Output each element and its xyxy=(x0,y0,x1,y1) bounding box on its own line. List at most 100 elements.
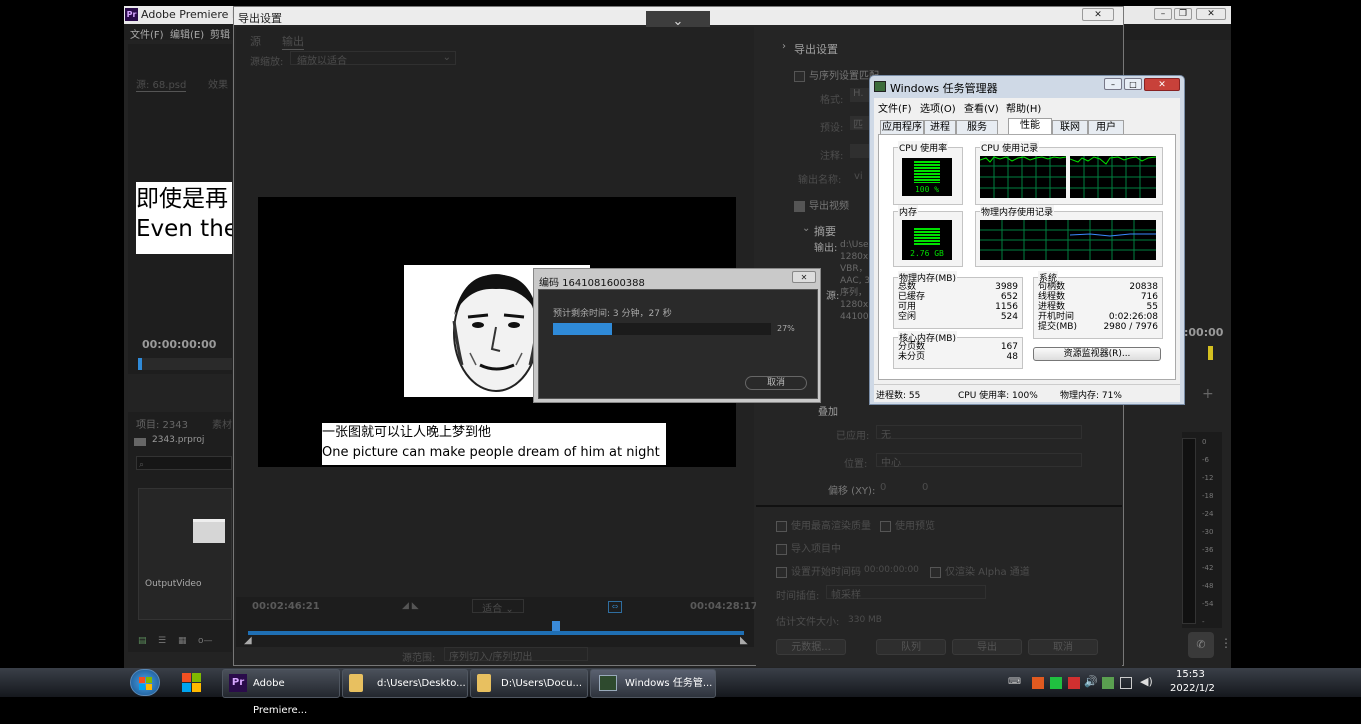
export-playhead[interactable] xyxy=(552,621,560,631)
minimize-button[interactable]: – xyxy=(1154,8,1172,20)
tab-source[interactable]: 源: 68.psd xyxy=(136,76,187,92)
volume-icon[interactable]: 🔊 xyxy=(1084,675,1098,688)
output-folder-tile[interactable]: OutputVideo xyxy=(138,488,232,620)
clock-date[interactable]: 2022/1/2 xyxy=(1170,683,1215,694)
import-into-project-checkbox[interactable]: 导入项目中 xyxy=(776,540,841,555)
offset-y[interactable]: 0 xyxy=(922,482,928,493)
aspect-icon[interactable]: ⇔ xyxy=(608,601,622,613)
meter-tick-label: -42 xyxy=(1202,564,1214,572)
encode-cancel-button[interactable]: 取消 xyxy=(745,376,807,390)
tm-minimize-button[interactable]: – xyxy=(1104,78,1122,90)
queue-button[interactable]: 队列 xyxy=(876,639,946,655)
taskbar-item-premiere[interactable]: Pr Adobe Premiere... xyxy=(222,669,340,716)
export-video-checkbox[interactable]: 导出视频 xyxy=(794,197,849,212)
more-icon[interactable]: ⋮ xyxy=(1220,636,1232,650)
taskbar-item-folder-desktop[interactable]: d:\Users\Deskto... xyxy=(342,669,468,698)
chat-icon[interactable]: ✆ xyxy=(1188,632,1214,658)
output-name-link[interactable]: vi xyxy=(854,171,863,182)
add-icon[interactable]: + xyxy=(1202,386,1214,402)
source-scaling-select[interactable]: 缩放以适合 ⌄ xyxy=(290,51,456,67)
time-interp-value: 帧采样 xyxy=(831,590,861,601)
taskbar-item-folder-documents[interactable]: D:\Users\Docu... xyxy=(470,669,588,698)
stat-value: 48 xyxy=(1006,352,1018,362)
encode-close-button[interactable]: ✕ xyxy=(792,271,816,283)
set-start-timecode-checkbox[interactable]: 设置开始时间码 xyxy=(776,563,861,578)
chevron-down-icon[interactable]: ⌄ xyxy=(802,223,810,234)
time-interp-select[interactable]: 帧采样 xyxy=(826,585,986,601)
tm-tab-processes[interactable]: 进程 xyxy=(924,120,956,135)
export-range-bar[interactable] xyxy=(248,631,744,635)
resource-monitor-button[interactable]: 资源监视器(R)... xyxy=(1033,347,1161,361)
stat-value: 652 xyxy=(1000,292,1018,302)
source-playhead[interactable] xyxy=(138,358,142,370)
chevron-right-icon[interactable]: › xyxy=(782,41,786,52)
tab-project[interactable]: 项目: 2343 xyxy=(136,416,188,431)
applied-select[interactable]: 无 xyxy=(876,425,1082,441)
use-preview-checkbox[interactable]: 使用预览 xyxy=(880,517,935,532)
preset-select[interactable]: 匹 xyxy=(850,116,870,131)
tm-tab-services[interactable]: 服务 xyxy=(956,120,998,135)
lock-icon[interactable]: ▤ xyxy=(138,636,147,646)
max-render-quality-checkbox[interactable]: 使用最高渲染质量 xyxy=(776,517,871,532)
kernel-memory-group: 核心内存(MB) 分页数 167 未分页 48 xyxy=(893,331,1023,369)
tm-menu-view[interactable]: 查看(V) xyxy=(964,100,999,115)
export-close-button[interactable]: ✕ xyxy=(1082,8,1114,21)
close-button[interactable]: ✕ xyxy=(1196,8,1226,20)
format-select[interactable]: H. xyxy=(850,88,870,102)
icon-view-icon[interactable]: ▦ xyxy=(178,636,187,646)
speaker-icon[interactable]: ◀) xyxy=(1140,675,1153,688)
render-alpha-checkbox[interactable]: 仅渲染 Alpha 通道 xyxy=(930,563,1030,578)
tm-menu-help[interactable]: 帮助(H) xyxy=(1006,100,1041,115)
tab-export-source[interactable]: 源 xyxy=(250,33,261,49)
tab-effects[interactable]: 效果 xyxy=(208,76,228,91)
source-timeline-ruler[interactable] xyxy=(138,358,232,370)
program-playhead[interactable] xyxy=(1208,346,1213,360)
start-timecode-value[interactable]: 00:00:00:00 xyxy=(864,565,919,575)
memory-label: 内存 xyxy=(898,205,919,218)
project-search-input[interactable]: ⌕ xyxy=(136,456,232,470)
export-button[interactable]: 导出 xyxy=(952,639,1022,655)
stat-row: 可用 1156 xyxy=(898,302,1018,312)
menu-clip[interactable]: 剪辑 xyxy=(210,26,230,41)
memory-bars xyxy=(914,228,940,246)
start-button[interactable] xyxy=(130,669,160,696)
maximize-button[interactable]: ❐ xyxy=(1174,8,1192,20)
tile-icon xyxy=(182,683,191,692)
meter-tick-label: -36 xyxy=(1202,546,1214,554)
menu-file[interactable]: 文件(F) xyxy=(130,26,164,41)
app-tray-icon[interactable] xyxy=(1032,677,1044,689)
taskbar-item-task-manager[interactable]: Windows 任务管... xyxy=(590,669,716,698)
stat-key: 提交(MB) xyxy=(1038,322,1077,332)
fit-select[interactable]: 适合 ⌄ xyxy=(472,599,524,615)
offset-x[interactable]: 0 xyxy=(880,482,886,493)
tm-menu-options[interactable]: 选项(O) xyxy=(920,100,956,115)
tab-material[interactable]: 素材 xyxy=(212,416,232,431)
metadata-button[interactable]: 元数据... xyxy=(776,639,846,655)
zoom-slider[interactable]: o— xyxy=(198,636,213,646)
tm-maximize-button[interactable]: □ xyxy=(1124,78,1142,90)
import-into-project-label: 导入项目中 xyxy=(791,544,841,555)
tm-menu-file[interactable]: 文件(F) xyxy=(878,100,912,115)
comment-input[interactable] xyxy=(850,144,870,158)
range-start-handle[interactable]: ◢ xyxy=(244,635,252,646)
app-tray-icon[interactable] xyxy=(1068,677,1080,689)
list-view-icon[interactable]: ☰ xyxy=(158,636,166,646)
tm-tab-users[interactable]: 用户 xyxy=(1088,120,1124,135)
battery-icon[interactable] xyxy=(1120,677,1132,689)
keyboard-icon[interactable]: ⌨ xyxy=(1008,677,1022,689)
desktop-icon[interactable] xyxy=(182,673,202,693)
range-end-handle[interactable]: ◣ xyxy=(740,635,748,646)
app-tray-icon[interactable] xyxy=(1050,677,1062,689)
tm-tab-applications[interactable]: 应用程序 xyxy=(880,120,924,135)
clock-time[interactable]: 15:53 xyxy=(1176,669,1205,680)
position-select[interactable]: 中心 xyxy=(876,453,1082,469)
tab-export-output[interactable]: 输出 xyxy=(282,33,304,50)
tm-tab-networking[interactable]: 联网 xyxy=(1052,120,1088,135)
cancel-export-button[interactable]: 取消 xyxy=(1028,639,1098,655)
mark-in-icon[interactable]: ◢ ◣ xyxy=(402,601,419,611)
tm-close-button[interactable]: ✕ xyxy=(1144,78,1180,91)
range-select[interactable]: 序列切入/序列切出 xyxy=(444,647,588,663)
network-icon[interactable] xyxy=(1102,677,1114,689)
match-sequence-checkbox[interactable]: 与序列设置匹配 xyxy=(794,67,879,82)
menu-edit[interactable]: 编辑(E) xyxy=(170,26,204,41)
